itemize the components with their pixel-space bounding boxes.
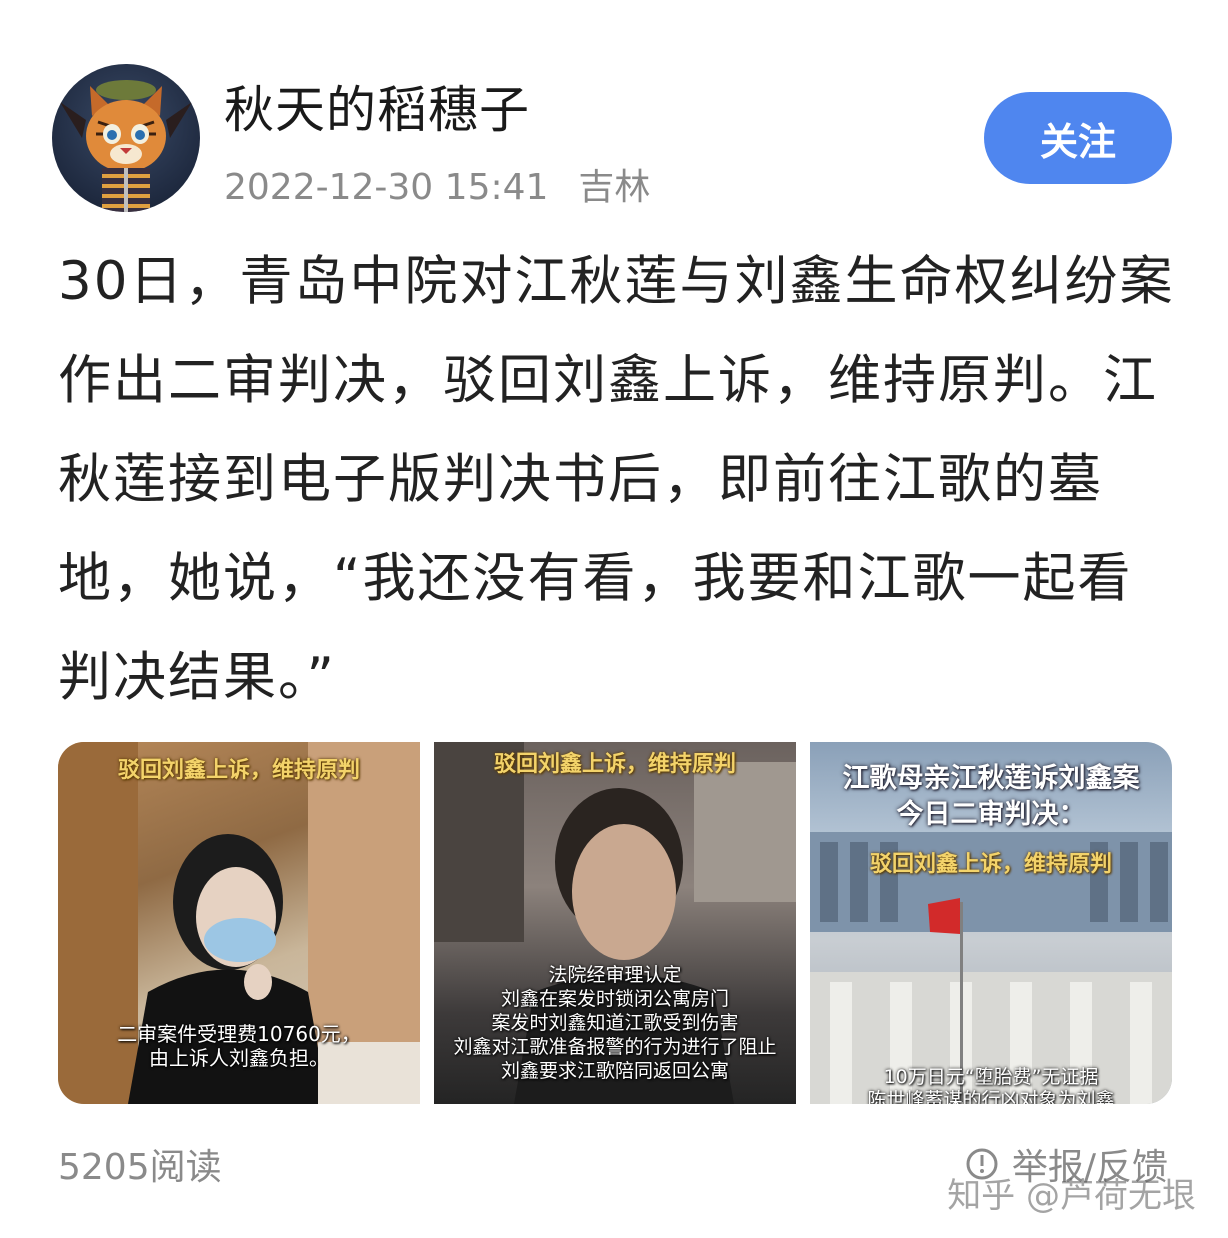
- post-meta: 2022-12-30 15:41 吉林: [224, 158, 650, 210]
- image-2-subtitle-1: 法院经审理认定: [548, 964, 682, 986]
- image-3-title-1: 江歌母亲江秋莲诉刘鑫案: [842, 763, 1140, 794]
- tiger-avatar-icon: [60, 80, 192, 212]
- post-image-2[interactable]: 驳回刘鑫上诉，维持原判 法院经审理认定 刘鑫在案发时锁闭公寓房门 案发时刘鑫知道…: [434, 742, 796, 1104]
- image-2-subtitle-5: 刘鑫要求江歌陪同返回公寓: [500, 1060, 729, 1082]
- post-timestamp: 2022-12-30 15:41: [224, 167, 549, 208]
- image-3-title-2: 今日二审判决：: [896, 799, 1086, 830]
- post-header: 秋天的稻穗子 2022-12-30 15:41 吉林 关注: [52, 58, 1182, 212]
- read-count: 5205阅读: [58, 1147, 222, 1188]
- post-image-1[interactable]: 驳回刘鑫上诉，维持原判 二审案件受理费10760元， 由上诉人刘鑫负担。: [58, 742, 420, 1104]
- image-2-subtitle-4: 刘鑫对江歌准备报警的行为进行了阻止: [453, 1036, 777, 1058]
- image-2-subtitle-3: 案发时刘鑫知道江歌受到伤害: [491, 1012, 739, 1034]
- image-1-subtitle-2: 由上诉人刘鑫负担。: [149, 1046, 329, 1070]
- zhihu-watermark: 知乎 @芦荷无垠: [947, 1176, 1196, 1216]
- image-2-subtitle-2: 刘鑫在案发时锁闭公寓房门: [500, 988, 729, 1010]
- post-image-3[interactable]: 江歌母亲江秋莲诉刘鑫案 今日二审判决： 驳回刘鑫上诉，维持原判 10万日元“堕胎…: [810, 742, 1172, 1104]
- author-avatar[interactable]: [52, 64, 200, 212]
- author-name[interactable]: 秋天的稻穗子: [224, 70, 530, 142]
- image-1-caption: 驳回刘鑫上诉，维持原判: [117, 758, 360, 783]
- post-body-text: 30日，青岛中院对江秋莲与刘鑫生命权纠纷案作出二审判决，驳回刘鑫上诉，维持原判。…: [58, 251, 1175, 708]
- post-location: 吉林: [578, 167, 651, 208]
- image-3-subtitle-2: 陈世峰蓄谋的行凶对象为刘鑫: [867, 1089, 1115, 1104]
- post-image-grid: 驳回刘鑫上诉，维持原判 二审案件受理费10760元， 由上诉人刘鑫负担。 驳回刘…: [58, 742, 1172, 1106]
- image-2-caption: 驳回刘鑫上诉，维持原判: [493, 752, 736, 777]
- image-3-caption: 驳回刘鑫上诉，维持原判: [869, 852, 1112, 877]
- follow-button[interactable]: 关注: [984, 92, 1172, 184]
